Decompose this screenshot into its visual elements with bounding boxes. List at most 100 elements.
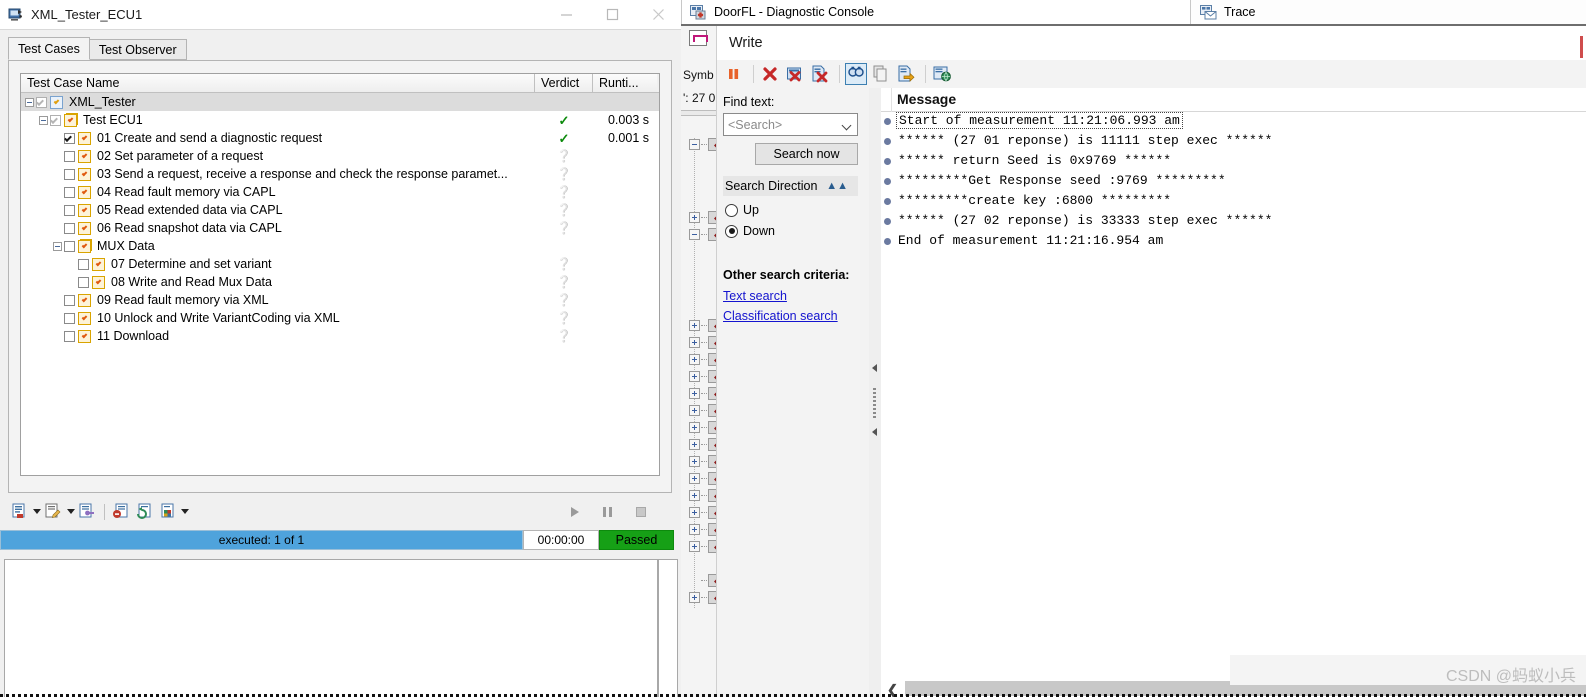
symbol-tree-node[interactable] [689, 404, 716, 417]
report-dropdown-caret[interactable] [31, 502, 42, 521]
table-row[interactable]: 05 Read extended data via CAPL ❔ [21, 201, 659, 219]
table-row[interactable]: XML_Tester [21, 93, 659, 111]
row-checkbox[interactable] [64, 294, 75, 306]
row-checkbox[interactable] [64, 222, 75, 234]
symbol-tree-node[interactable] [689, 574, 716, 587]
expand-icon[interactable] [689, 388, 700, 399]
symbol-tree-node[interactable] [689, 523, 716, 536]
expand-icon[interactable] [689, 320, 700, 331]
expand-icon[interactable] [689, 354, 700, 365]
row-checkbox[interactable] [78, 258, 89, 270]
chevron-up-icon[interactable]: ▲▲ [826, 180, 848, 192]
table-row[interactable]: 08 Write and Read Mux Data ❔ [21, 273, 659, 291]
copy-icon[interactable] [870, 63, 892, 85]
radio-down[interactable]: Down [725, 224, 775, 238]
link-text-search[interactable]: Text search [723, 289, 787, 303]
measurement-icon[interactable] [689, 30, 708, 46]
export-icon[interactable] [158, 502, 177, 521]
table-row[interactable]: MUX Data [21, 237, 659, 255]
table-row[interactable]: 07 Determine and set variant ❔ [21, 255, 659, 273]
search-now-button[interactable]: Search now [755, 143, 858, 165]
row-checkbox[interactable] [64, 132, 75, 144]
collapse-icon[interactable] [39, 115, 48, 125]
maximize-icon[interactable] [589, 0, 635, 29]
splitter-collapse-up-icon[interactable] [872, 364, 877, 372]
row-checkbox[interactable] [64, 312, 75, 324]
row-checkbox[interactable] [64, 330, 75, 342]
row-checkbox[interactable] [64, 240, 75, 252]
row-checkbox[interactable] [64, 150, 75, 162]
expand-icon[interactable] [689, 456, 700, 467]
play-icon[interactable] [571, 506, 579, 517]
table-row[interactable]: 09 Read fault memory via XML ❔ [21, 291, 659, 309]
symbol-tree-node[interactable] [689, 336, 716, 349]
row-checkbox[interactable] [50, 114, 61, 126]
dock-tab-diagnostic-console[interactable]: DoorFL - Diagnostic Console [681, 0, 1191, 24]
row-checkbox[interactable] [36, 96, 47, 108]
clear-icon[interactable] [759, 63, 781, 85]
table-row[interactable]: 06 Read snapshot data via CAPL ❔ [21, 219, 659, 237]
symbol-tree-node[interactable] [689, 438, 716, 451]
message-row[interactable]: End of measurement 11:21:16.954 am [881, 232, 1586, 252]
table-row[interactable]: 01 Create and send a diagnostic request ✓… [21, 129, 659, 147]
table-row[interactable]: 03 Send a request, receive a response an… [21, 165, 659, 183]
expand-icon[interactable] [689, 507, 700, 518]
save-as-html-icon[interactable] [931, 63, 953, 85]
expand-icon[interactable] [689, 422, 700, 433]
symbol-tree-node[interactable] [689, 455, 716, 468]
expand-icon[interactable] [689, 371, 700, 382]
search-direction-header[interactable]: Search Direction ▲▲ [723, 176, 858, 196]
expand-icon[interactable] [689, 439, 700, 450]
refresh-icon[interactable] [135, 502, 154, 521]
symbol-tree-node[interactable] [689, 591, 716, 604]
minimize-icon[interactable] [543, 0, 589, 29]
chevron-down-icon[interactable] [841, 120, 852, 131]
close-icon[interactable] [635, 0, 681, 29]
symbol-tree-node[interactable] [689, 138, 716, 151]
column-header-message[interactable]: Message [897, 91, 956, 107]
find-icon[interactable] [845, 63, 867, 85]
symbol-tree-node[interactable] [689, 489, 716, 502]
radio-up-control[interactable] [725, 203, 738, 217]
collapse-icon[interactable] [25, 97, 34, 107]
column-header-verdict[interactable]: Verdict [535, 74, 593, 92]
expand-icon[interactable] [689, 592, 700, 603]
symbol-explorer-strip[interactable]: Symb ': 27 0 [681, 26, 717, 697]
tab-test-observer[interactable]: Test Observer [88, 39, 187, 60]
expand-icon[interactable] [689, 490, 700, 501]
dock-tab-trace[interactable]: Trace [1192, 0, 1372, 24]
table-row[interactable]: Test ECU1 ✓ 0.003 s [21, 111, 659, 129]
symbol-tree-node[interactable] [689, 353, 716, 366]
export-dropdown-caret[interactable] [179, 502, 190, 521]
collapse-icon[interactable] [689, 139, 700, 150]
message-row[interactable]: Start of measurement 11:21:06.993 am [881, 112, 1586, 132]
lower-graphics-panel[interactable]: CAN1 [4, 559, 658, 697]
message-grid[interactable]: Message Start of measurement 11:21:06.99… [881, 88, 1586, 680]
expand-icon[interactable] [689, 212, 700, 223]
configure-icon[interactable] [78, 502, 97, 521]
radio-up[interactable]: Up [725, 203, 759, 217]
collapse-icon[interactable] [53, 241, 62, 251]
tab-test-cases[interactable]: Test Cases [8, 37, 90, 60]
message-row[interactable]: *********Get Response seed :9769 *******… [881, 172, 1586, 192]
symbol-tree-node[interactable] [689, 421, 716, 434]
report-icon[interactable] [10, 502, 29, 521]
edit-report-icon[interactable] [44, 502, 63, 521]
search-input[interactable]: <Search> [723, 113, 858, 136]
export-icon[interactable] [895, 63, 917, 85]
splitter-collapse-down-icon[interactable] [872, 428, 877, 436]
table-row[interactable]: 04 Read fault memory via CAPL ❔ [21, 183, 659, 201]
write-splitter[interactable] [869, 88, 881, 697]
symbol-tree-node[interactable] [689, 211, 716, 224]
symbol-tree-node[interactable] [689, 387, 716, 400]
table-row[interactable]: 10 Unlock and Write VariantCoding via XM… [21, 309, 659, 327]
symbol-tree-node[interactable] [689, 540, 716, 553]
pause-icon[interactable] [603, 506, 612, 517]
stop-icon[interactable] [636, 506, 646, 517]
row-checkbox[interactable] [64, 204, 75, 216]
message-row[interactable]: ****** (27 02 reponse) is 33333 step exe… [881, 212, 1586, 232]
pause-icon[interactable] [723, 63, 745, 85]
table-row[interactable]: 02 Set parameter of a request ❔ [21, 147, 659, 165]
column-header-name[interactable]: Test Case Name [21, 74, 535, 92]
clear-all-icon[interactable] [784, 63, 806, 85]
